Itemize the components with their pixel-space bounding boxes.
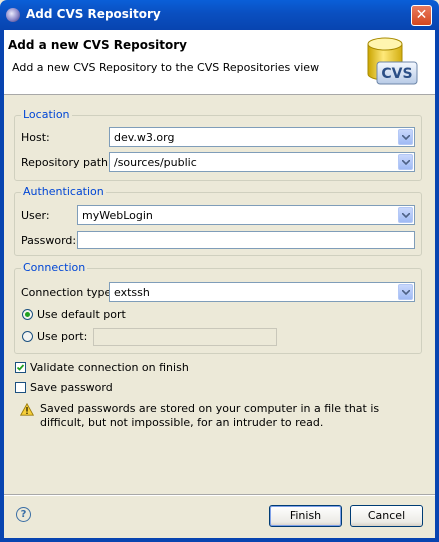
password-label: Password: [21, 234, 77, 247]
use-port-label[interactable]: Use port: [37, 330, 87, 343]
footer-separator [4, 494, 435, 496]
warning-message: Saved passwords are stored on your compu… [40, 402, 380, 429]
repository-path-combo[interactable]: /sources/public [109, 152, 415, 172]
validate-connection-checkbox[interactable] [15, 362, 26, 373]
finish-button[interactable]: Finish [269, 505, 342, 527]
authentication-group: Authentication User: myWebLogin Password… [14, 185, 422, 256]
chevron-down-icon [402, 135, 410, 140]
chevron-down-icon [402, 213, 410, 218]
user-value: myWebLogin [82, 209, 153, 222]
help-button[interactable]: ? [16, 507, 31, 522]
warning-icon [20, 403, 34, 416]
window-frame-right [435, 30, 439, 542]
repository-path-value: /sources/public [114, 156, 197, 169]
location-legend: Location [21, 108, 72, 121]
cvs-logo-text: CVS [381, 66, 412, 82]
connection-type-dropdown-button[interactable] [398, 284, 413, 300]
save-password-label[interactable]: Save password [30, 381, 113, 394]
wizard-title: Add a new CVS Repository [8, 38, 187, 52]
close-button[interactable]: ✕ [411, 5, 432, 26]
use-port-radio[interactable] [22, 331, 33, 342]
connection-type-combo[interactable]: extssh [109, 282, 415, 302]
host-dropdown-button[interactable] [398, 129, 413, 145]
user-dropdown-button[interactable] [398, 207, 413, 223]
window-frame-left [0, 30, 4, 542]
repository-path-label: Repository path: [21, 156, 112, 169]
connection-type-value: extssh [114, 286, 150, 299]
location-group: Location Host: dev.w3.org Repository pat… [14, 108, 422, 181]
use-default-port-label[interactable]: Use default port [37, 308, 126, 321]
add-cvs-repository-dialog: Add CVS Repository ✕ Add a new CVS Repos… [0, 0, 439, 542]
radio-selected-dot [25, 312, 30, 317]
close-icon: ✕ [415, 7, 428, 23]
checkmark-icon [16, 364, 25, 371]
authentication-legend: Authentication [21, 185, 106, 198]
help-icon: ? [20, 509, 27, 520]
window-frame-bottom [0, 538, 439, 542]
user-label: User: [21, 209, 50, 222]
repository-path-dropdown-button[interactable] [398, 154, 413, 170]
port-input[interactable] [93, 328, 277, 346]
connection-group: Connection Connection type: extssh Use d… [14, 261, 422, 354]
password-input[interactable] [77, 231, 415, 249]
connection-legend: Connection [21, 261, 88, 274]
connection-type-label: Connection type: [21, 286, 116, 299]
window-title: Add CVS Repository [26, 7, 161, 21]
use-default-port-radio[interactable] [22, 309, 33, 320]
wizard-header: Add a new CVS Repository Add a new CVS R… [4, 30, 435, 95]
validate-connection-label[interactable]: Validate connection on finish [30, 361, 189, 374]
eclipse-icon [6, 8, 20, 22]
title-bar[interactable]: Add CVS Repository ✕ [0, 0, 439, 30]
host-label: Host: [21, 131, 50, 144]
wizard-description: Add a new CVS Repository to the CVS Repo… [12, 61, 320, 74]
cvs-database-icon: CVS [367, 37, 418, 85]
chevron-down-icon [402, 160, 410, 165]
chevron-down-icon [402, 290, 410, 295]
user-combo[interactable]: myWebLogin [77, 205, 415, 225]
host-value: dev.w3.org [114, 131, 175, 144]
host-combo[interactable]: dev.w3.org [109, 127, 415, 147]
save-password-checkbox[interactable] [15, 382, 26, 393]
cancel-button[interactable]: Cancel [350, 505, 423, 527]
